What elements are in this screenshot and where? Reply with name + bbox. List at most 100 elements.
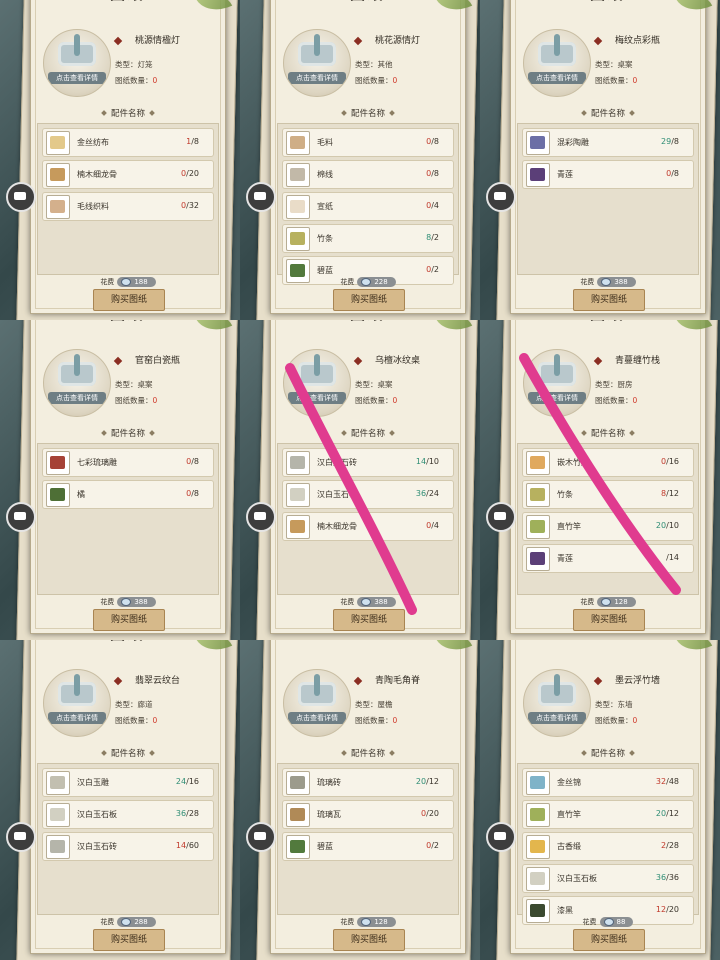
item-thumbnail[interactable]: 点击查看详情 <box>43 669 111 737</box>
buy-blueprint-button[interactable]: 购买图纸 <box>93 929 165 951</box>
chat-bubble-icon[interactable] <box>486 502 516 532</box>
cost-label: 花费 <box>582 918 597 926</box>
buy-blueprint-button[interactable]: 购买图纸 <box>93 609 165 631</box>
buy-blueprint-button[interactable]: 购买图纸 <box>333 929 405 951</box>
part-row[interactable]: 直竹竿 20/12 <box>522 800 694 829</box>
part-row[interactable]: 金丝纺布 1/8 <box>42 128 214 157</box>
material-icon <box>286 131 310 155</box>
view-details-button[interactable]: 点击查看详情 <box>288 72 346 84</box>
item-thumbnail[interactable]: 点击查看详情 <box>523 349 591 417</box>
item-thumbnail[interactable]: 点击查看详情 <box>43 29 111 97</box>
part-row[interactable]: 竹条 8/2 <box>282 224 454 253</box>
part-row[interactable]: 汉白玉石板 36/24 <box>282 480 454 509</box>
parts-heading-text: 配件名称 <box>350 749 385 759</box>
part-row[interactable]: 汉白玉石板 36/28 <box>42 800 214 829</box>
item-type: 类型：桌案 <box>355 380 393 389</box>
part-need: 8 <box>193 137 199 146</box>
part-row[interactable]: 古香缎 2/28 <box>522 832 694 861</box>
cost-pill: 128 <box>597 597 636 607</box>
material-swatch <box>50 136 65 149</box>
buy-blueprint-button[interactable]: 购买图纸 <box>573 609 645 631</box>
cost-row: 花费 128 <box>511 597 705 609</box>
part-name: 棉线 <box>317 170 333 179</box>
part-row[interactable]: 青莲 0/8 <box>522 160 694 189</box>
buy-blueprint-button[interactable]: 购买图纸 <box>333 289 405 311</box>
chat-bubble-icon[interactable] <box>246 822 276 852</box>
part-name: 青莲 <box>557 170 573 179</box>
part-row[interactable]: 毛料 0/8 <box>282 128 454 157</box>
material-icon <box>46 483 70 507</box>
chat-bubble-icon[interactable] <box>246 182 276 212</box>
cost-pill: 128 <box>357 917 396 927</box>
part-row[interactable]: 七彩琉璃雕 0/8 <box>42 448 214 477</box>
view-details-button[interactable]: 点击查看详情 <box>288 392 346 404</box>
part-name: 橘 <box>77 490 85 499</box>
view-details-button[interactable]: 点击查看详情 <box>48 712 106 724</box>
part-row[interactable]: 青莲/14 <box>522 544 694 573</box>
material-swatch <box>290 232 305 245</box>
blueprint-sheet: 点击查看详情 青陶毛角脊 类型：屋檐 图纸数量：0 配件名称 琉璃砖 20/12 琉璃瓦 0/2… <box>270 640 473 954</box>
part-row[interactable]: 毛线织料 0/32 <box>42 192 214 221</box>
coin-icon <box>121 278 132 286</box>
buy-blueprint-button[interactable]: 购买图纸 <box>93 289 165 311</box>
part-row[interactable]: 汉白玉石砖 14/10 <box>282 448 454 477</box>
blueprint-panel: 图纸点击查看详情 青蔓缠竹栈类型：厨房图纸数量：0 配件名称嵌木竹雕 0/16 竹条 8/… <box>480 320 720 640</box>
part-row[interactable]: 碧蓝 0/2 <box>282 832 454 861</box>
chat-bubble-icon[interactable] <box>6 822 36 852</box>
item-thumbnail[interactable]: 点击查看详情 <box>283 669 351 737</box>
parts-heading: 配件名称 <box>511 747 705 759</box>
view-details-button[interactable]: 点击查看详情 <box>48 72 106 84</box>
part-row[interactable]: 琉璃砖 20/12 <box>282 768 454 797</box>
blueprint-count-label: 图纸数量： <box>355 716 393 725</box>
part-have: 32 <box>655 777 667 786</box>
view-details-button[interactable]: 点击查看详情 <box>528 392 586 404</box>
part-name: 毛料 <box>317 138 333 147</box>
item-thumbnail[interactable]: 点击查看详情 <box>283 349 351 417</box>
cost-pill: 388 <box>117 597 156 607</box>
part-row[interactable]: 混彩陶雕 29/8 <box>522 128 694 157</box>
part-row[interactable]: 直竹竿 20/10 <box>522 512 694 541</box>
part-row[interactable]: 汉白玉雕 24/16 <box>42 768 214 797</box>
parts-heading: 配件名称 <box>271 427 465 439</box>
part-name: 毛线织料 <box>77 202 109 211</box>
buy-blueprint-button[interactable]: 购买图纸 <box>573 289 645 311</box>
part-quantity: 0/4 <box>426 521 439 530</box>
view-details-button[interactable]: 点击查看详情 <box>528 72 586 84</box>
panel-header: 图纸 <box>271 320 465 325</box>
material-icon <box>526 483 550 507</box>
part-need: 4 <box>433 201 439 210</box>
part-need: 16 <box>188 777 199 786</box>
chat-bubble-icon[interactable] <box>486 822 516 852</box>
part-row[interactable]: 金丝锦 32/48 <box>522 768 694 797</box>
view-details-button[interactable]: 点击查看详情 <box>528 712 586 724</box>
material-swatch <box>530 904 545 917</box>
item-thumbnail[interactable]: 点击查看详情 <box>523 29 591 97</box>
item-thumbnail[interactable]: 点击查看详情 <box>43 349 111 417</box>
part-row[interactable]: 汉白玉石砖 14/60 <box>42 832 214 861</box>
chat-bubble-icon[interactable] <box>246 502 276 532</box>
part-row[interactable]: 棉线 0/8 <box>282 160 454 189</box>
part-row[interactable]: 竹条 8/12 <box>522 480 694 509</box>
blueprint-sheet: 图纸点击查看详情乌檀冰纹桌类型：桌案图纸数量：0配件名称汉白玉石砖14/10汉白… <box>270 320 473 634</box>
blueprint-count-label: 图纸数量： <box>355 396 393 405</box>
part-quantity: 0/20 <box>421 809 439 818</box>
chat-bubble-icon[interactable] <box>6 182 36 212</box>
part-row[interactable]: 楠木细龙骨 0/4 <box>282 512 454 541</box>
view-details-button[interactable]: 点击查看详情 <box>288 712 346 724</box>
buy-blueprint-button[interactable]: 购买图纸 <box>573 929 645 951</box>
item-thumbnail[interactable]: 点击查看详情 <box>283 29 351 97</box>
chat-bubble-icon[interactable] <box>486 182 516 212</box>
part-row[interactable]: 宣纸 0/4 <box>282 192 454 221</box>
buy-blueprint-button[interactable]: 购买图纸 <box>333 609 405 631</box>
chat-bubble-icon[interactable] <box>6 502 36 532</box>
part-row[interactable]: 琉璃瓦 0/20 <box>282 800 454 829</box>
view-details-button[interactable]: 点击查看详情 <box>48 392 106 404</box>
part-row[interactable]: 楠木细龙骨 0/20 <box>42 160 214 189</box>
part-quantity: 0/20 <box>181 169 199 178</box>
coin-icon <box>121 598 132 606</box>
part-row[interactable]: 橘 0/8 <box>42 480 214 509</box>
part-row[interactable]: 嵌木竹雕 0/16 <box>522 448 694 477</box>
item-thumbnail[interactable]: 点击查看详情 <box>523 669 591 737</box>
part-row[interactable]: 汉白玉石板 36/36 <box>522 864 694 893</box>
part-need: 12 <box>668 809 679 818</box>
